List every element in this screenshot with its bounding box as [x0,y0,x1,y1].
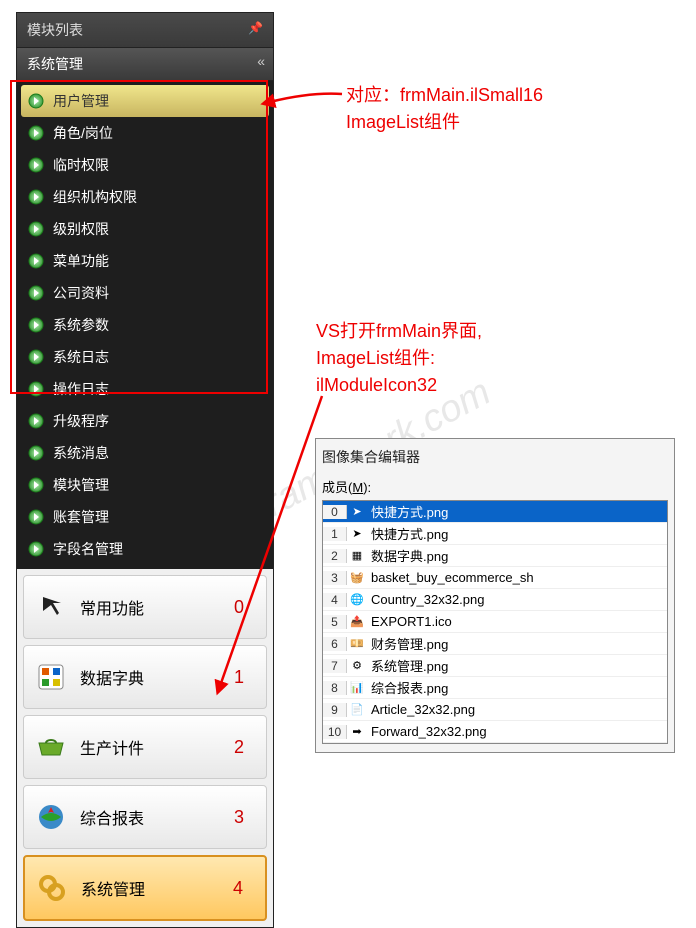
annotation-2-line3: ilModuleIcon32 [316,372,482,399]
image-collection-editor: 图像集合编辑器 成员(M): 0➤快捷方式.png1➤快捷方式.png2▦数据字… [315,438,675,753]
module-label: 系统管理 [81,876,233,900]
module-icon [35,871,69,905]
list-row[interactable]: 2▦数据字典.png [323,545,667,567]
file-icon: 📊 [347,681,367,694]
list-row[interactable]: 10➡Forward_32x32.png [323,721,667,743]
list-row[interactable]: 4🌐Country_32x32.png [323,589,667,611]
arrow-circle-icon [27,476,45,494]
tree-item[interactable]: 升级程序 [17,405,273,437]
subheader-text: 系统管理 [27,56,83,72]
tree-item[interactable]: 系统消息 [17,437,273,469]
tree-item-label: 升级程序 [53,411,109,431]
list-row[interactable]: 5📤EXPORT1.ico [323,611,667,633]
file-icon: ➤ [347,505,367,518]
members-listbox[interactable]: 0➤快捷方式.png1➤快捷方式.png2▦数据字典.png3🧺basket_b… [322,500,668,744]
arrow-circle-icon [27,412,45,430]
panel-subheader[interactable]: 系统管理 « [17,48,273,81]
panel-title-text: 模块列表 [27,22,83,38]
row-filename: 综合报表.png [367,678,667,697]
row-index: 4 [323,593,347,607]
members-label: 成员(M): [322,477,668,496]
arrow-circle-icon [27,508,45,526]
file-icon: 📄 [347,703,367,716]
file-icon: 💴 [347,637,367,650]
file-icon: ➤ [347,527,367,540]
annotation-1: 对应：frmMain.ilSmall16 ImageList组件 [346,82,543,136]
file-icon: 🌐 [347,593,367,606]
tree-item[interactable]: 模块管理 [17,469,273,501]
row-filename: EXPORT1.ico [367,614,667,629]
annotation-2: VS打开frmMain界面, ImageList组件: ilModuleIcon… [316,318,482,399]
module-label: 数据字典 [80,665,234,689]
row-index: 6 [323,637,347,651]
pin-icon[interactable]: 📌 [248,21,263,35]
module-label: 综合报表 [80,805,234,829]
tree-item[interactable]: 账套管理 [17,501,273,533]
row-filename: Article_32x32.png [367,702,667,717]
panel-title: 模块列表 📌 [17,13,273,48]
module-index: 0 [234,597,244,618]
row-filename: Forward_32x32.png [367,724,667,739]
tree-item-label: 账套管理 [53,507,109,527]
row-index: 7 [323,659,347,673]
list-row[interactable]: 8📊综合报表.png [323,677,667,699]
file-icon: ⚙ [347,659,367,672]
editor-title: 图像集合编辑器 [322,447,668,467]
row-index: 0 [323,505,347,519]
module-button[interactable]: 常用功能0 [23,575,267,639]
row-index: 1 [323,527,347,541]
module-index: 1 [234,667,244,688]
module-index: 3 [234,807,244,828]
list-row[interactable]: 3🧺basket_buy_ecommerce_sh [323,567,667,589]
tree-item[interactable]: 字段名管理 [17,533,273,565]
row-index: 8 [323,681,347,695]
module-index: 4 [233,878,243,899]
list-row[interactable]: 9📄Article_32x32.png [323,699,667,721]
list-row[interactable]: 7⚙系统管理.png [323,655,667,677]
module-label: 生产计件 [80,735,234,759]
file-icon: ▦ [347,549,367,562]
annotation-1-line2: ImageList组件 [346,109,543,136]
tree-item-label: 字段名管理 [53,539,123,559]
highlight-box-tree [10,80,268,394]
list-row[interactable]: 1➤快捷方式.png [323,523,667,545]
file-icon: ➡ [347,725,367,738]
row-index: 5 [323,615,347,629]
module-button[interactable]: 生产计件2 [23,715,267,779]
row-filename: basket_buy_ecommerce_sh [367,570,667,585]
row-index: 2 [323,549,347,563]
row-filename: 快捷方式.png [367,524,667,543]
list-row[interactable]: 0➤快捷方式.png [323,501,667,523]
module-icon [34,660,68,694]
module-label: 常用功能 [80,595,234,619]
tree-item-label: 系统消息 [53,443,109,463]
row-filename: 数据字典.png [367,546,667,565]
annotation-1-line1: 对应：frmMain.ilSmall16 [346,82,543,109]
row-index: 9 [323,703,347,717]
row-filename: 系统管理.png [367,656,667,675]
row-index: 10 [323,725,347,739]
big-button-area: 常用功能0数据字典1生产计件2综合报表3系统管理4 [17,569,273,927]
tree-item-label: 模块管理 [53,475,109,495]
annotation-2-line2: ImageList组件: [316,345,482,372]
file-icon: 🧺 [347,571,367,584]
chevron-left-icon: « [257,53,265,69]
module-index: 2 [234,737,244,758]
module-button[interactable]: 综合报表3 [23,785,267,849]
module-button[interactable]: 系统管理4 [23,855,267,921]
arrow-circle-icon [27,540,45,558]
module-button[interactable]: 数据字典1 [23,645,267,709]
annotation-2-line1: VS打开frmMain界面, [316,318,482,345]
row-filename: 快捷方式.png [367,502,667,521]
arrow-circle-icon [27,444,45,462]
module-icon [34,590,68,624]
row-filename: Country_32x32.png [367,592,667,607]
file-icon: 📤 [347,615,367,628]
module-icon [34,730,68,764]
list-row[interactable]: 6💴财务管理.png [323,633,667,655]
module-icon [34,800,68,834]
row-index: 3 [323,571,347,585]
row-filename: 财务管理.png [367,634,667,653]
